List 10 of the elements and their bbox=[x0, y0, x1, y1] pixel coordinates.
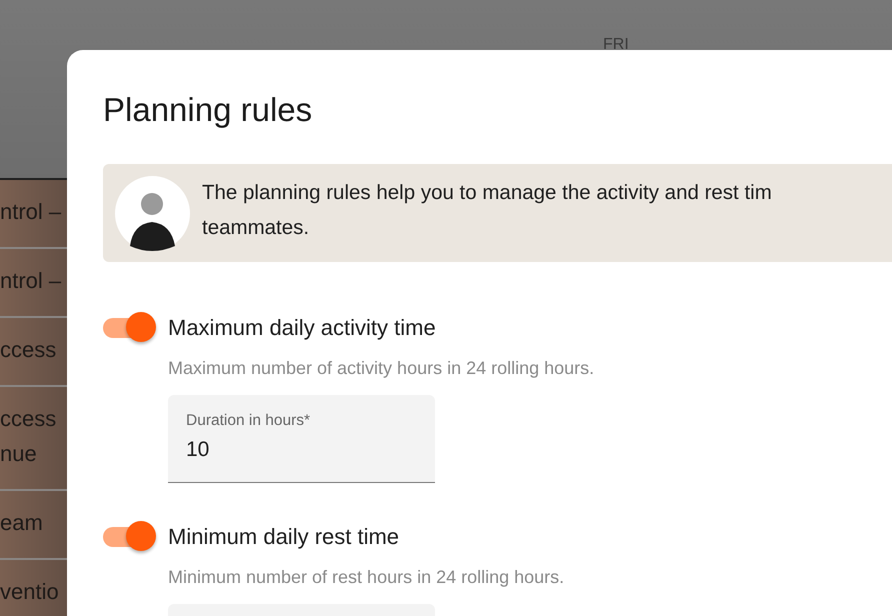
dialog-title: Planning rules bbox=[103, 90, 314, 130]
rule-description: Minimum number of rest hours in 24 rolling hours. bbox=[168, 567, 566, 588]
rule-title: Minimum daily rest time bbox=[168, 524, 400, 550]
toggle-switch[interactable] bbox=[103, 312, 156, 344]
day-label: FRI bbox=[603, 36, 629, 53]
input-field[interactable]: Duration in hours* 10 bbox=[168, 395, 435, 483]
rule-description: Maximum number of activity hours in 24 rolling hours. bbox=[168, 358, 596, 379]
banner-text: The planning rules help you to manage the activity and rest tim teammates. bbox=[202, 180, 772, 241]
rule-title: Maximum daily activity time bbox=[168, 315, 436, 341]
toggle-switch[interactable] bbox=[103, 521, 156, 553]
